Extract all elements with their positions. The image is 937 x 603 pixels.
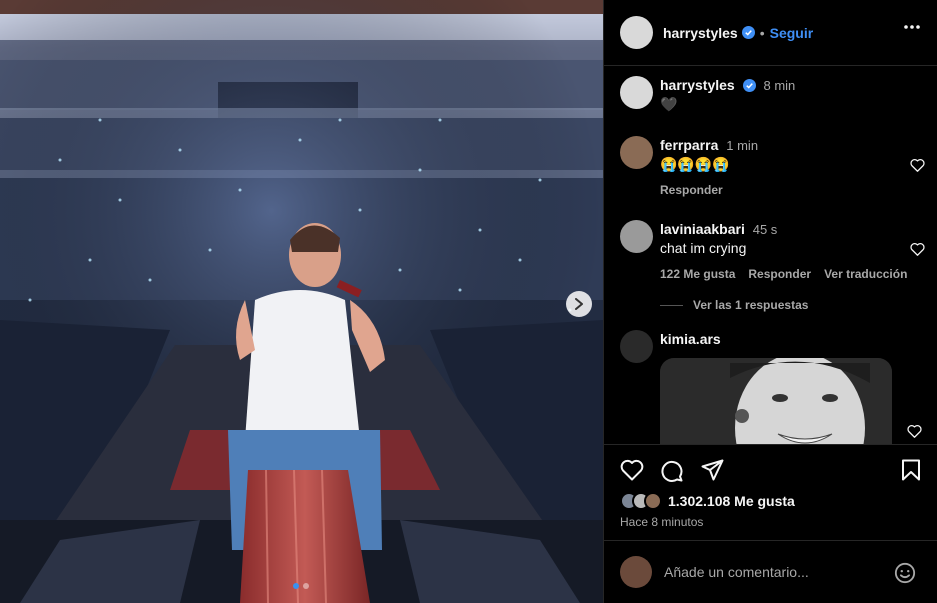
replies-divider — [660, 304, 683, 306]
post-actions: 1.302.108 Me gusta Hace 8 minutos — [604, 444, 937, 540]
liker-avatar — [644, 492, 662, 510]
comment-username[interactable]: ferrparra — [660, 137, 718, 153]
author-avatar[interactable] — [620, 16, 653, 49]
heart-icon[interactable] — [907, 424, 922, 438]
save-icon[interactable] — [901, 459, 921, 481]
post-side-panel: harrystyles • Seguir harrystyles 8 min 🖤 — [603, 0, 937, 603]
carousel-dot — [303, 583, 309, 589]
carousel-indicator — [293, 583, 309, 589]
author-avatar[interactable] — [620, 76, 653, 109]
commenter-avatar[interactable] — [620, 330, 653, 363]
emoji-icon[interactable] — [894, 562, 916, 584]
verified-icon — [741, 26, 755, 39]
comment-username[interactable]: kimia.ars — [660, 331, 721, 347]
author-username[interactable]: harrystyles — [663, 25, 738, 41]
commenter-avatar[interactable] — [620, 136, 653, 169]
comment-time: 1 min — [726, 138, 759, 153]
caption-username[interactable]: harrystyles — [660, 77, 735, 93]
heart-icon[interactable] — [620, 459, 644, 481]
carousel-dot-active — [293, 583, 299, 589]
comment-likes[interactable]: 122 Me gusta — [660, 265, 735, 283]
caption-text: 🖤 — [660, 96, 678, 112]
add-comment-bar: Añade un comentario... — [604, 540, 937, 603]
comment-icon[interactable] — [660, 459, 684, 483]
next-arrow-icon — [575, 298, 583, 310]
likes-count[interactable]: 1.302.108 Me gusta — [668, 493, 795, 509]
post-caption: harrystyles 8 min 🖤 — [620, 76, 925, 116]
likes-summary[interactable]: 1.302.108 Me gusta — [620, 492, 795, 510]
commenter-avatar[interactable] — [620, 220, 653, 253]
comment-image[interactable] — [660, 358, 892, 444]
comment-item: ferrparra 1 min 😭😭😭😭 Responder — [620, 136, 925, 206]
comments-list[interactable]: harrystyles 8 min 🖤 ferrparra 1 min 😭😭😭😭… — [604, 66, 937, 444]
verified-icon — [742, 79, 756, 92]
view-replies-label: Ver las 1 respuestas — [693, 298, 809, 312]
caption-time: 8 min — [763, 78, 796, 93]
reply-button[interactable]: Responder — [660, 181, 723, 199]
heart-icon[interactable] — [910, 158, 925, 172]
comment-text: chat im crying — [660, 240, 747, 256]
post-media[interactable] — [0, 0, 603, 603]
next-photo-button[interactable] — [566, 291, 592, 317]
comment-item: laviniaakbari 45 s chat im crying 122 Me… — [620, 220, 925, 290]
heart-icon[interactable] — [910, 242, 925, 256]
post-timestamp: Hace 8 minutos — [620, 515, 704, 529]
post-header: harrystyles • Seguir — [604, 0, 937, 66]
reply-button[interactable]: Responder — [748, 265, 811, 283]
comment-time: 45 s — [752, 222, 778, 237]
translate-button[interactable]: Ver traducción — [824, 265, 907, 283]
current-user-avatar — [620, 556, 652, 588]
comment-text: 😭😭😭😭 — [660, 156, 730, 172]
concert-photo — [0, 0, 603, 603]
comment-photo — [660, 358, 892, 444]
share-icon[interactable] — [701, 459, 724, 481]
follow-button[interactable]: Seguir — [770, 25, 814, 41]
separator-dot: • — [759, 24, 765, 41]
view-replies-button[interactable]: Ver las 1 respuestas — [660, 298, 808, 312]
comment-username[interactable]: laviniaakbari — [660, 221, 745, 237]
more-icon[interactable] — [904, 25, 920, 29]
